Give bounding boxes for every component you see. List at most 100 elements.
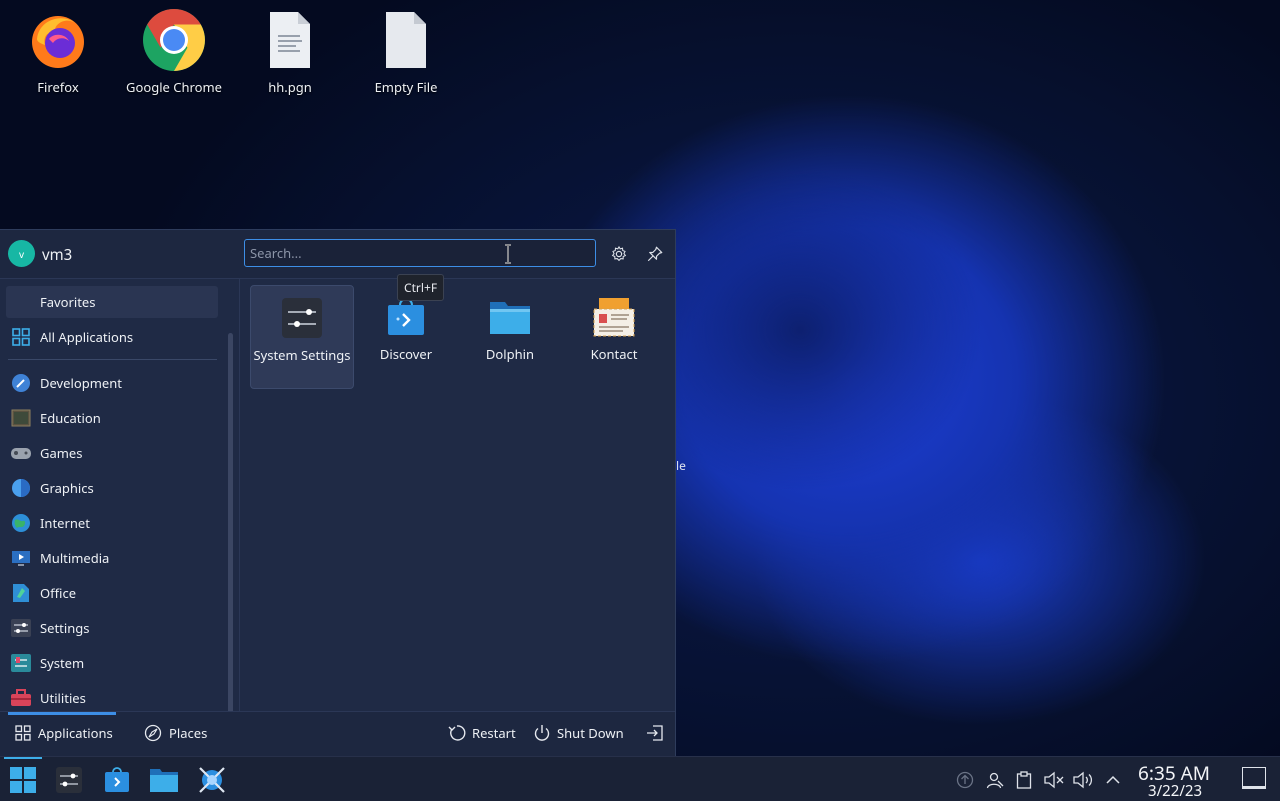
- settings-icon: [10, 617, 32, 639]
- system-settings-icon: [56, 767, 82, 793]
- folder-icon: [488, 295, 532, 339]
- search-tooltip: Ctrl+F: [397, 274, 445, 301]
- restart-label: Restart: [472, 724, 516, 742]
- tab-places[interactable]: Places: [144, 724, 207, 742]
- sidebar-item-label: Favorites: [40, 293, 96, 311]
- text-cursor-icon: [503, 244, 513, 269]
- sidebar-item-label: All Applications: [40, 328, 134, 346]
- sidebar-item-label: Multimedia: [40, 549, 110, 567]
- toolbox-icon: [10, 687, 32, 709]
- desktop-peek-text: le: [676, 457, 686, 474]
- avatar[interactable]: v: [8, 240, 35, 267]
- tray-updates[interactable]: [954, 769, 976, 791]
- sidebar-item-favorites[interactable]: Favorites: [6, 286, 218, 318]
- sidebar-item-settings[interactable]: Settings: [6, 612, 218, 644]
- sidebar-item-label: Development: [40, 374, 122, 392]
- logout-icon: [647, 725, 663, 741]
- restart-button[interactable]: Restart: [448, 724, 516, 742]
- application-launcher: v vm3 Ctrl+F Favorites All Applic: [0, 229, 676, 757]
- education-icon: [10, 407, 32, 429]
- sidebar-item-utilities[interactable]: Utilities: [6, 682, 218, 711]
- app-label: Discover: [379, 345, 433, 363]
- desktop-icon-empty-file[interactable]: Empty File: [351, 8, 461, 96]
- sidebar-item-development[interactable]: Development: [6, 367, 218, 399]
- configure-button[interactable]: [608, 243, 630, 265]
- taskbar-dolphin[interactable]: [147, 763, 181, 797]
- tray-user-switcher[interactable]: [984, 769, 1006, 791]
- sidebar-item-office[interactable]: Office: [6, 577, 218, 609]
- sidebar-item-label: Utilities: [40, 689, 86, 707]
- tray-clipboard[interactable]: [1013, 769, 1035, 791]
- windows-logo-icon: [10, 767, 36, 793]
- search-input[interactable]: [244, 239, 596, 267]
- clock-date[interactable]: 3/22/23: [1148, 781, 1202, 801]
- tab-applications[interactable]: Applications: [15, 724, 113, 742]
- desktop-icon-chrome[interactable]: Google Chrome: [119, 8, 229, 96]
- sidebar-item-graphics[interactable]: Graphics: [6, 472, 218, 504]
- app-dolphin[interactable]: Dolphin: [458, 285, 562, 389]
- app-label: Kontact: [590, 345, 638, 363]
- tray-expand[interactable]: [1102, 769, 1124, 791]
- tray-mic-muted[interactable]: [1043, 769, 1065, 791]
- desktop-icon-hh-pgn[interactable]: hh.pgn: [235, 8, 345, 96]
- gamepad-icon: [10, 442, 32, 464]
- development-icon: [10, 372, 32, 394]
- launcher-header: v vm3: [0, 230, 675, 279]
- sidebar-item-internet[interactable]: Internet: [6, 507, 218, 539]
- sidebar-item-label: Settings: [40, 619, 90, 637]
- sidebar-scrollbar[interactable]: [228, 333, 233, 711]
- grid-icon: [15, 725, 31, 741]
- sidebar-item-label: System: [40, 654, 85, 672]
- grid-icon: [10, 326, 32, 348]
- sidebar-item-label: Internet: [40, 514, 90, 532]
- app-label: Dolphin: [485, 345, 535, 363]
- folder-icon: [150, 769, 178, 792]
- start-menu-button[interactable]: [6, 763, 40, 797]
- desktop-icon-label: Firefox: [37, 78, 79, 96]
- chrome-icon: [142, 8, 206, 72]
- firefox-icon: [26, 8, 90, 72]
- restart-icon: [448, 725, 466, 741]
- discover-icon: [105, 767, 129, 792]
- text-file-icon: [258, 8, 322, 72]
- system-icon: [10, 652, 32, 674]
- taskbar-krunner[interactable]: [195, 763, 229, 797]
- pin-button[interactable]: [644, 243, 666, 265]
- desktop-icon-label: Empty File: [374, 78, 438, 96]
- show-desktop-button[interactable]: [1242, 767, 1266, 789]
- app-label: System Settings: [253, 346, 351, 364]
- volume-icon: [1073, 771, 1093, 789]
- shutdown-button[interactable]: Shut Down: [533, 724, 624, 742]
- arrow-up-circle-icon: [956, 771, 974, 789]
- category-sidebar: Favorites All Applications Development E…: [0, 279, 240, 711]
- desktop-icon-label: hh.pgn: [268, 78, 312, 96]
- sidebar-item-multimedia[interactable]: Multimedia: [6, 542, 218, 574]
- user-icon: [986, 772, 1004, 789]
- taskbar-discover[interactable]: [100, 763, 134, 797]
- pin-icon: [647, 246, 663, 262]
- sidebar-item-education[interactable]: Education: [6, 402, 218, 434]
- leave-button[interactable]: [646, 724, 670, 742]
- kontact-icon: [592, 295, 636, 339]
- tab-label: Places: [169, 724, 208, 742]
- sidebar-item-all-applications[interactable]: All Applications: [6, 321, 218, 353]
- globe-icon: [10, 512, 32, 534]
- chevron-up-icon: [1106, 775, 1120, 784]
- username: vm3: [42, 245, 73, 265]
- sidebar-item-system[interactable]: System: [6, 647, 218, 679]
- compass-icon: [144, 724, 162, 742]
- graphics-icon: [10, 477, 32, 499]
- active-tab-indicator: [8, 712, 116, 715]
- app-kontact[interactable]: Kontact: [562, 285, 666, 389]
- sidebar-item-games[interactable]: Games: [6, 437, 218, 469]
- discover-icon: [384, 295, 428, 339]
- clipboard-icon: [1016, 771, 1032, 789]
- active-indicator: [4, 757, 42, 759]
- desktop-icon-firefox[interactable]: Firefox: [3, 8, 113, 96]
- taskbar-system-settings[interactable]: [52, 763, 86, 797]
- tray-volume[interactable]: [1073, 769, 1095, 791]
- app-system-settings[interactable]: System Settings: [250, 285, 354, 389]
- sidebar-divider: [8, 359, 217, 360]
- network-app-icon: [199, 767, 225, 793]
- tab-label: Applications: [38, 724, 113, 742]
